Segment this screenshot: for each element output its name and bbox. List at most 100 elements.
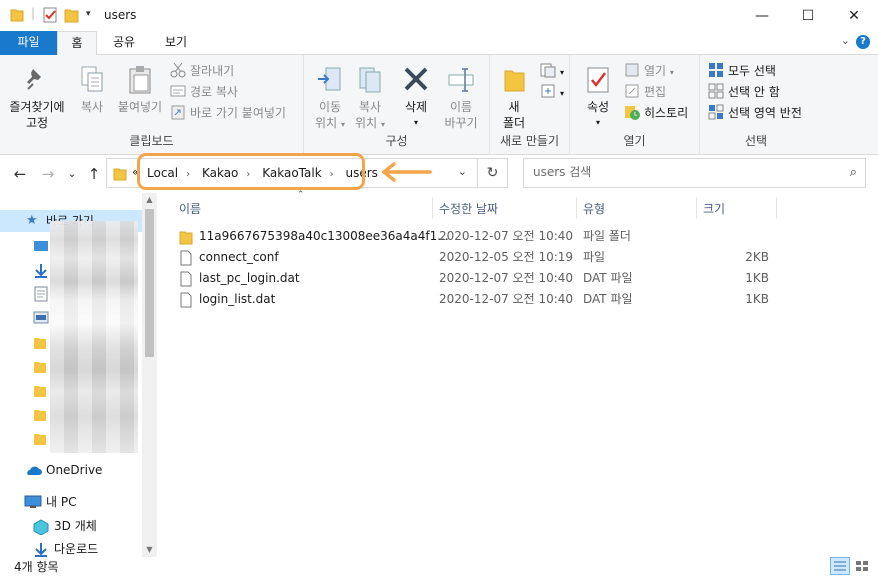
file-name: last_pc_login.dat xyxy=(199,271,300,285)
refresh-button[interactable]: ↻ xyxy=(477,159,507,187)
copy-to-button[interactable]: 복사 위치 ▾ xyxy=(350,65,390,133)
properties-button[interactable]: 속성 ▾ xyxy=(578,65,618,131)
tab-file[interactable]: 파일 xyxy=(0,31,57,55)
file-type: DAT 파일 xyxy=(583,271,633,285)
easy-access-icon xyxy=(541,84,555,98)
address-dropdown-icon[interactable]: ⌄ xyxy=(458,165,467,178)
cut-button[interactable]: 잘라내기 xyxy=(170,61,234,81)
delete-button[interactable]: 삭제 ▾ xyxy=(398,65,434,131)
maximize-button[interactable]: ☐ xyxy=(785,0,831,31)
large-icons-view-button[interactable] xyxy=(852,557,872,575)
select-all-label: 모두 선택 xyxy=(728,64,776,78)
move-label-1: 이동 xyxy=(318,100,342,114)
paste-shortcut-label: 바로 가기 붙여넣기 xyxy=(190,106,286,120)
new-folder-icon[interactable] xyxy=(64,7,80,23)
copy-to-label-2: 위치 xyxy=(355,116,378,130)
invert-selection-button[interactable]: 선택 영역 반전 xyxy=(708,103,802,123)
delete-label: 삭제 xyxy=(404,100,428,114)
copy-path-button[interactable]: 경로 복사 xyxy=(170,82,238,102)
new-folder-button[interactable]: 새 폴더 xyxy=(498,65,530,131)
sidebar-item-label: 3D 개체 xyxy=(54,519,97,533)
close-button[interactable]: ✕ xyxy=(831,0,877,31)
history-label: 히스토리 xyxy=(644,106,689,120)
new-folder-label-2: 폴더 xyxy=(502,116,526,130)
paste-shortcut-icon xyxy=(171,105,185,120)
forward-button[interactable]: → xyxy=(38,164,58,184)
tab-home[interactable]: 홈 xyxy=(57,31,97,56)
search-box[interactable]: ⌕ xyxy=(523,158,866,188)
edit-button[interactable]: 편집 xyxy=(624,82,666,102)
pin-icon xyxy=(23,65,51,95)
scrollbar-thumb[interactable] xyxy=(145,209,154,357)
column-divider[interactable] xyxy=(432,197,433,219)
properties-icon xyxy=(584,65,612,95)
column-divider[interactable] xyxy=(696,197,697,219)
column-header-name[interactable]: 이름 xyxy=(179,199,201,219)
move-to-button[interactable]: 이동 위치 ▾ xyxy=(310,65,350,133)
file-row[interactable]: last_pc_login.dat 2020-12-07 오전 10:40 DA… xyxy=(175,268,795,289)
select-none-label: 선택 안 함 xyxy=(728,85,780,99)
file-date: 2020-12-07 오전 10:40 xyxy=(439,271,574,285)
address-highlight xyxy=(137,153,365,190)
new-folder-label-1: 새 xyxy=(508,100,520,114)
open-group-label: 열기 xyxy=(623,134,646,148)
customize-qat-icon[interactable]: ▾ xyxy=(86,9,91,19)
sidebar-item-onedrive[interactable]: OneDrive xyxy=(0,459,142,481)
copy-to-label-1: 복사 xyxy=(358,100,382,114)
collapse-ribbon-icon[interactable]: ⌄ xyxy=(841,34,850,47)
file-row[interactable]: connect_conf 2020-12-05 오전 10:19 파일 2KB xyxy=(175,247,795,268)
column-divider[interactable] xyxy=(776,197,777,219)
cube-icon xyxy=(33,519,49,535)
help-icon[interactable]: ? xyxy=(856,35,870,49)
column-header-size[interactable]: 크기 xyxy=(703,199,725,219)
file-name: 11a9667675398a40c13008ee36a4a4f1... xyxy=(199,229,449,243)
search-icon[interactable]: ⌕ xyxy=(850,165,857,180)
details-view-button[interactable] xyxy=(830,557,850,575)
column-divider[interactable] xyxy=(576,197,577,219)
desktop-icon xyxy=(34,241,48,251)
sidebar-scrollbar[interactable]: ▲ ▼ xyxy=(142,193,157,557)
navigation-pane: ★ 바로 가기 OneDrive 내 PC 3D 개체 다운로드 ▲ ▼ xyxy=(0,193,157,557)
clipboard-group-label: 클립보드 xyxy=(129,134,174,148)
folder-icon xyxy=(34,386,46,397)
file-row[interactable]: login_list.dat 2020-12-07 오전 10:40 DAT 파… xyxy=(175,289,795,310)
file-size: 2KB xyxy=(745,250,769,264)
new-item-button[interactable]: ▾ xyxy=(540,61,564,81)
sort-indicator-icon: ⌃ xyxy=(297,190,305,200)
select-all-button[interactable]: 모두 선택 xyxy=(708,61,776,81)
properties-icon[interactable] xyxy=(42,7,58,23)
tab-view[interactable]: 보기 xyxy=(156,31,196,55)
move-to-icon xyxy=(316,65,344,95)
select-none-button[interactable]: 선택 안 함 xyxy=(708,82,780,102)
new-group-label: 새로 만들기 xyxy=(499,134,559,148)
easy-access-button[interactable]: ▾ xyxy=(540,82,564,102)
paste-shortcut-button[interactable]: 바로 가기 붙여넣기 xyxy=(170,103,286,123)
up-button[interactable]: ↑ xyxy=(84,164,104,184)
column-header-type[interactable]: 유형 xyxy=(583,199,605,219)
recent-locations-button[interactable]: ⌄ xyxy=(62,164,82,184)
rename-icon xyxy=(447,65,475,95)
copy-button[interactable]: 복사 xyxy=(72,65,112,115)
scroll-down-icon[interactable]: ▼ xyxy=(142,543,157,557)
pin-quick-access-button[interactable]: 즐겨찾기에 고정 xyxy=(4,65,70,131)
history-button[interactable]: 히스토리 xyxy=(624,103,688,123)
sidebar-item-3d-objects[interactable]: 3D 개체 xyxy=(0,515,142,537)
folder-icon xyxy=(34,410,46,421)
open-button[interactable]: 열기 ▾ xyxy=(624,61,674,81)
column-header-date[interactable]: 수정한 날짜 xyxy=(439,199,498,219)
scissors-icon xyxy=(170,62,186,78)
copy-to-icon xyxy=(356,65,384,95)
scroll-up-icon[interactable]: ▲ xyxy=(142,193,157,207)
redacted-quick-access-items xyxy=(50,221,138,453)
file-type: 파일 폴더 xyxy=(583,229,631,243)
select-none-icon xyxy=(708,83,724,99)
paste-button[interactable]: 붙여넣기 xyxy=(114,65,166,115)
file-row[interactable]: 11a9667675398a40c13008ee36a4a4f1... 2020… xyxy=(175,226,795,247)
copy-icon xyxy=(78,65,106,95)
rename-button[interactable]: 이름 바꾸기 xyxy=(438,65,484,131)
tab-share[interactable]: 공유 xyxy=(104,31,144,55)
minimize-button[interactable]: — xyxy=(739,0,785,31)
search-input[interactable] xyxy=(533,165,833,179)
sidebar-item-this-pc[interactable]: 내 PC xyxy=(0,491,142,513)
back-button[interactable]: ← xyxy=(10,164,30,184)
